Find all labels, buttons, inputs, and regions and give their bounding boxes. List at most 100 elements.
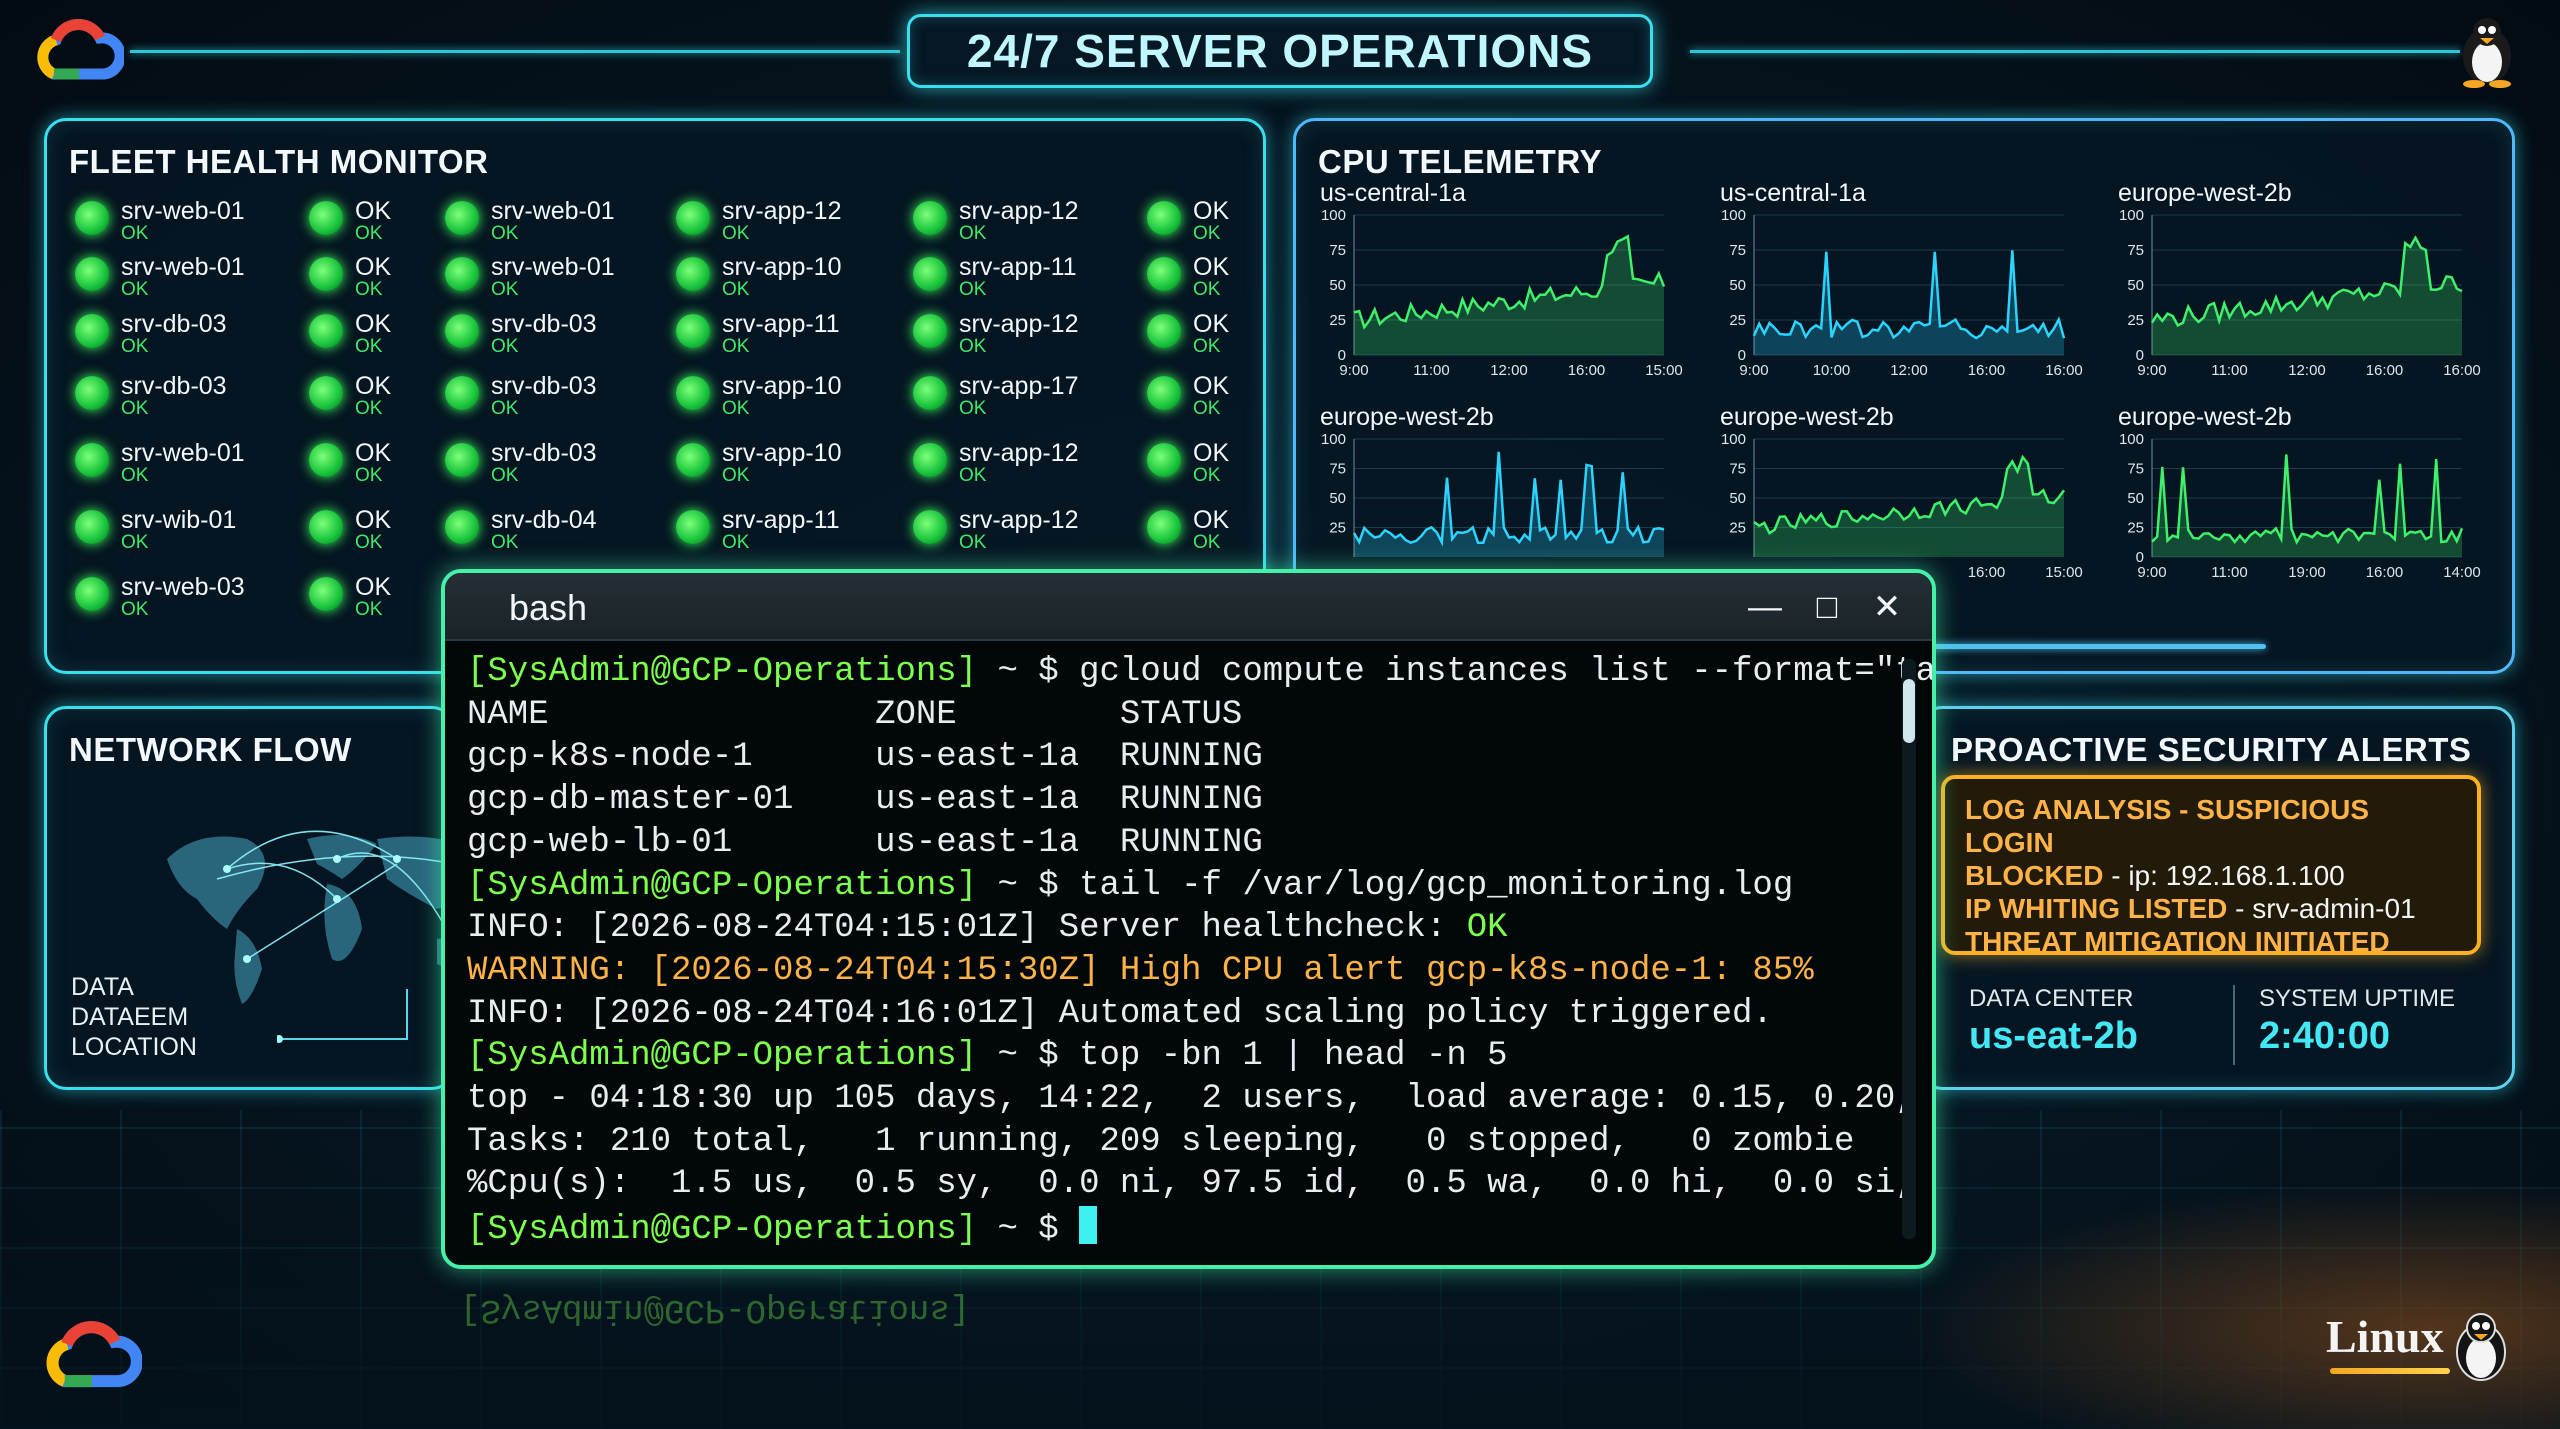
alert-line-4: THREAT MITIGATION INITIATED [1965,926,2390,957]
server-status: OK [1193,253,1230,281]
bash-terminal-window[interactable]: bash — □ ✕ [SysAdmin@GCP-Operations] ~ $… [441,569,1936,1269]
minimize-icon[interactable]: — [1745,587,1785,627]
server-status-sub: OK [1193,465,1221,486]
tux-penguin-icon-bottom [2456,1313,2506,1381]
server-status: OK [121,223,149,244]
x-tick-label: 9:00 [2137,564,2166,581]
server-name: srv-web-01 [491,253,615,281]
status-dot-icon [445,314,479,348]
status-dot-icon [309,443,343,477]
status-dot-icon [75,201,109,235]
close-icon[interactable]: ✕ [1867,587,1907,627]
status-dot-icon [75,376,109,410]
terminal-scroll-thumb[interactable] [1903,679,1915,743]
server-name: srv-app-12 [722,197,842,225]
y-tick-label: 50 [2127,490,2144,507]
cpu-title: CPU TELEMETRY [1318,143,1602,180]
server-name: srv-web-03 [121,573,245,601]
status-dot-icon [75,577,109,611]
terminal-output[interactable]: [SysAdmin@GCP-Operations] ~ $ gcloud com… [467,651,1932,1252]
server-name: srv-db-04 [491,506,597,534]
terminal-line: gcp-web-lb-01 us-east-1a RUNNING [467,823,1263,862]
gcp-cloud-icon-bottom [46,1321,142,1388]
linux-swoosh [2330,1368,2450,1374]
y-tick-label: 25 [2127,520,2144,537]
y-tick-label: 100 [1721,431,1746,448]
x-tick-label: 16:00 [2045,362,2083,379]
y-tick-label: 25 [1329,520,1346,537]
status-dot-icon [913,257,947,291]
cpu-series-area [2152,454,2462,557]
x-tick-label: 12:00 [1490,362,1528,379]
status-dot-icon [913,201,947,235]
status-dot-icon [913,443,947,477]
terminal-line: Tasks: 210 total, 1 running, 209 sleepin… [467,1122,1855,1161]
tux-penguin-icon [2463,18,2511,88]
status-dot-icon [75,257,109,291]
alert-blocked: BLOCKED [1965,860,2104,891]
status-dot-icon [309,314,343,348]
y-tick-label: 100 [2119,431,2144,448]
terminal-scrollbar[interactable] [1902,659,1916,1239]
y-tick-label: 100 [2119,207,2144,224]
server-name: srv-app-10 [722,439,842,467]
chart-region-label: europe-west-2b [1720,403,1894,431]
server-status: OK [1193,506,1230,534]
y-tick-label: 25 [1729,312,1746,329]
shell-prompt: [SysAdmin@GCP-Operations] [467,653,978,691]
server-status: OK [355,197,392,225]
terminal-line: gcp-db-master-01 us-east-1a RUNNING [467,781,1263,820]
server-status: OK [959,532,987,553]
status-dot-icon [913,510,947,544]
server-status: OK [121,465,149,486]
server-status: OK [722,465,750,486]
status-dot-icon [309,510,343,544]
terminal-title-bar[interactable]: bash — □ ✕ [445,573,1932,641]
server-status: OK [722,279,750,300]
shell-command: ~ $ tail -f /var/log/gcp_monitoring.log [977,866,1794,905]
y-tick-label: 25 [1329,312,1346,329]
y-tick-label: 100 [1321,207,1346,224]
x-tick-label: 16:00 [2366,564,2404,581]
fleet-title: FLEET HEALTH MONITOR [69,143,489,180]
network-title: NETWORK FLOW [69,731,352,768]
server-name: srv-app-11 [722,506,840,534]
terminal-line: INFO: [2026-08-24T04:16:01Z] Automated s… [467,994,1773,1033]
y-tick-label: 100 [1721,207,1746,224]
server-status: OK [1193,197,1230,225]
server-status: OK [491,465,519,486]
cpu-chart-plot: 10075502509:00 11:00 19:00 16:00 14:00 [2119,431,2481,581]
x-tick-label: 14:00 [2443,564,2481,581]
server-status: OK [1193,310,1230,338]
server-status: OK [355,573,392,601]
x-tick-label: 10:00 [1813,362,1851,379]
server-name: srv-db-03 [491,372,597,400]
server-status-sub: OK [355,465,383,486]
x-tick-label: 16:00 [2366,362,2404,379]
server-status: OK [121,398,149,419]
maximize-icon[interactable]: □ [1807,587,1847,627]
text-cursor[interactable] [1079,1206,1098,1245]
server-status: OK [722,532,750,553]
terminal-line: [SysAdmin@GCP-Operations] ~ $ gcloud com… [467,651,1932,694]
status-dot-icon [445,443,479,477]
y-tick-label: 50 [1329,490,1346,507]
shell-command: ~ $ gcloud compute instances list --form… [997,653,1936,691]
server-name: srv-app-11 [722,310,840,338]
network-label-1: DATA [71,973,134,1001]
server-status-sub: OK [355,398,383,419]
server-status-sub: OK [355,532,383,553]
status-dot-icon [75,314,109,348]
security-alert-box[interactable]: LOG ANALYSIS - SUSPICIOUS LOGIN BLOCKED … [1941,775,2481,957]
server-status: OK [491,223,519,244]
x-tick-label: 11:00 [1413,362,1449,379]
server-status: OK [355,253,392,281]
server-name: srv-web-01 [121,253,245,281]
y-tick-label: 75 [1729,242,1746,259]
status-dot-icon [309,376,343,410]
server-status: OK [121,599,149,620]
x-tick-label: 11:00 [2211,564,2247,581]
status-dot-icon [1147,314,1181,348]
server-status-sub: OK [1193,223,1221,244]
cpu-chart-plot: 10075502509:00 10:00 12:00 16:00 16:00 [1721,207,2083,379]
